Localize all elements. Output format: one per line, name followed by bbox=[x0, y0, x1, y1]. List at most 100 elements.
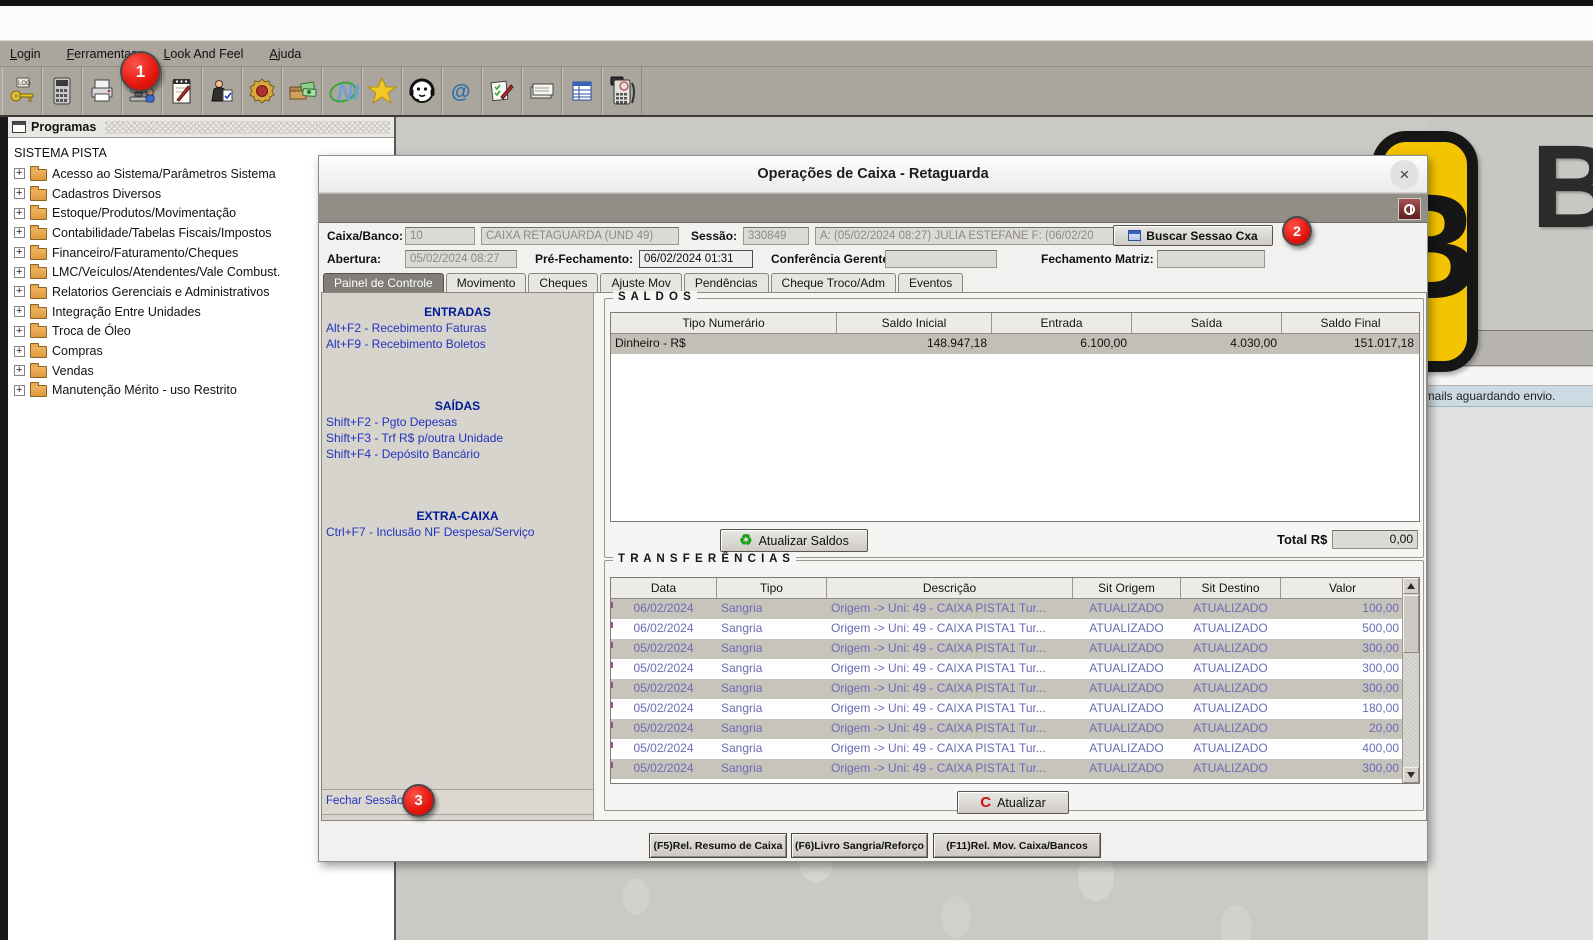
saldos-row-dinheiro[interactable]: Dinheiro - R$ 148.947,18 6.100,00 4.030,… bbox=[611, 334, 1419, 354]
seal-button[interactable] bbox=[242, 67, 282, 115]
caixa-banco-name-field[interactable]: CAIXA RETAGUARDA (UND 49) bbox=[481, 227, 679, 245]
atualizar-saldos-button[interactable]: ♻ Atualizar Saldos bbox=[720, 529, 868, 552]
tab-eventos[interactable]: Eventos bbox=[898, 273, 963, 292]
email-status-row[interactable]: e-mails aguardando envio. bbox=[1412, 386, 1593, 407]
transfer-row[interactable]: 06/02/2024 Sangria Origem -> Uni: 49 - C… bbox=[611, 599, 1419, 619]
col-sit-destino[interactable]: Sit Destino bbox=[1181, 578, 1281, 598]
menu-ajuda[interactable]: Ajuda bbox=[269, 47, 301, 61]
transfer-row[interactable]: 05/02/2024 Sangria Origem -> Uni: 49 - C… bbox=[611, 639, 1419, 659]
menu-look-and-feel[interactable]: Look And Feel bbox=[163, 47, 243, 61]
col-entrada[interactable]: Entrada bbox=[992, 313, 1132, 333]
cell-sit-origem: ATUALIZADO bbox=[1073, 759, 1181, 779]
scroll-up-icon[interactable] bbox=[1403, 578, 1419, 594]
printer-button[interactable] bbox=[82, 67, 122, 115]
total-field[interactable]: 0,00 bbox=[1332, 530, 1418, 549]
report-table-button[interactable] bbox=[562, 67, 602, 115]
close-icon[interactable] bbox=[1390, 160, 1419, 189]
printer-icon bbox=[88, 77, 116, 105]
dialog-titlebar[interactable]: Operações de Caixa - Retaguarda bbox=[319, 156, 1427, 193]
col-tipo-numerario[interactable]: Tipo Numerário bbox=[611, 313, 837, 333]
transfer-row[interactable]: 05/02/2024 Sangria Origem -> Uni: 49 - C… bbox=[611, 699, 1419, 719]
pos-terminal-button[interactable] bbox=[602, 67, 642, 115]
tab-cheques[interactable]: Cheques bbox=[528, 273, 598, 292]
f5-resumo-caixa-button[interactable]: (F5)Rel. Resumo de Caixa bbox=[649, 833, 787, 858]
transfer-row[interactable]: 05/02/2024 Sangria Origem -> Uni: 49 - C… bbox=[611, 759, 1419, 779]
transfer-row[interactable]: 06/02/2024 Sangria Origem -> Uni: 49 - C… bbox=[611, 619, 1419, 639]
fechamento-matriz-field[interactable] bbox=[1157, 250, 1265, 268]
col-tipo[interactable]: Tipo bbox=[717, 578, 827, 598]
conferencia-gerente-field[interactable] bbox=[885, 250, 997, 268]
abertura-field[interactable]: 05/02/2024 08:27 bbox=[405, 250, 517, 268]
transferencias-scrollbar[interactable] bbox=[1402, 578, 1419, 783]
scrollbar-thumb[interactable] bbox=[1403, 595, 1419, 653]
expand-plus-icon[interactable] bbox=[14, 168, 25, 179]
notepad-button[interactable] bbox=[162, 67, 202, 115]
sessao-code-field[interactable]: 330849 bbox=[743, 227, 809, 245]
menu-bar: Login Ferramentas Look And Feel Ajuda bbox=[0, 41, 1593, 67]
sessao-info-field[interactable]: A: (05/02/2024 08:27) JULIA ESTEFANE F: … bbox=[815, 227, 1121, 245]
expand-plus-icon[interactable] bbox=[14, 365, 25, 376]
caixa-banco-code-field[interactable]: 10 bbox=[405, 227, 475, 245]
tab-movimento[interactable]: Movimento bbox=[446, 273, 527, 292]
col-sit-origem[interactable]: Sit Origem bbox=[1073, 578, 1181, 598]
expand-plus-icon[interactable] bbox=[14, 326, 25, 337]
col-saida[interactable]: Saída bbox=[1132, 313, 1282, 333]
shortcut-trf-outra-unidade[interactable]: Shift+F3 - Trf R$ p/outra Unidade bbox=[326, 431, 503, 445]
shortcut-recebimento-faturas[interactable]: Alt+F2 - Recebimento Faturas bbox=[326, 321, 486, 335]
nfe-button[interactable]: NFe bbox=[322, 67, 362, 115]
cell-data: 05/02/2024 bbox=[611, 739, 717, 759]
money-box-button[interactable] bbox=[282, 67, 322, 115]
support-headset-icon bbox=[407, 76, 437, 106]
envelope-button[interactable] bbox=[522, 67, 562, 115]
folder-icon bbox=[30, 228, 47, 240]
transfer-row[interactable]: 05/02/2024 Sangria Origem -> Uni: 49 - C… bbox=[611, 679, 1419, 699]
expand-plus-icon[interactable] bbox=[14, 227, 25, 238]
shortcut-recebimento-boletos[interactable]: Alt+F9 - Recebimento Boletos bbox=[326, 337, 486, 351]
transfer-row[interactable]: 05/02/2024 Sangria Origem -> Uni: 49 - C… bbox=[611, 659, 1419, 679]
panel-header-grip[interactable] bbox=[105, 121, 390, 134]
shortcut-deposito-bancario[interactable]: Shift+F4 - Depósito Bancário bbox=[326, 447, 480, 461]
tab-cheque-troco-adm[interactable]: Cheque Troco/Adm bbox=[771, 273, 896, 292]
shortcut-pgto-despesas[interactable]: Shift+F2 - Pgto Depesas bbox=[326, 415, 457, 429]
shortcut-inclusao-nf[interactable]: Ctrl+F7 - Inclusão NF Despesa/Serviço bbox=[326, 525, 534, 539]
col-saldo-final[interactable]: Saldo Final bbox=[1282, 313, 1419, 333]
expand-plus-icon[interactable] bbox=[14, 247, 25, 258]
expand-plus-icon[interactable] bbox=[14, 188, 25, 199]
expand-plus-icon[interactable] bbox=[14, 208, 25, 219]
f11-rel-mov-caixa-button[interactable]: (F11)Rel. Mov. Caixa/Bancos bbox=[933, 833, 1101, 858]
pre-fechamento-field[interactable]: 06/02/2024 01:31 bbox=[639, 250, 753, 268]
info-button[interactable] bbox=[1398, 198, 1421, 220]
checklist-button[interactable] bbox=[482, 67, 522, 115]
calculator-button[interactable] bbox=[42, 67, 82, 115]
cell-sit-origem: ATUALIZADO bbox=[1073, 619, 1181, 639]
col-descricao[interactable]: Descrição bbox=[827, 578, 1073, 598]
expand-plus-icon[interactable] bbox=[14, 286, 25, 297]
expand-plus-icon[interactable] bbox=[14, 267, 25, 278]
fechar-sessao-link[interactable]: Fechar Sessão bbox=[326, 795, 403, 807]
atualizar-button[interactable]: C Atualizar bbox=[957, 791, 1069, 814]
menu-login[interactable]: Login bbox=[10, 47, 41, 61]
notepad-icon bbox=[168, 76, 196, 106]
col-data[interactable]: Data bbox=[611, 578, 717, 598]
expand-plus-icon[interactable] bbox=[14, 346, 25, 357]
star-button[interactable] bbox=[362, 67, 402, 115]
transfer-row[interactable]: 05/02/2024 Sangria Origem -> Uni: 49 - C… bbox=[611, 739, 1419, 759]
col-valor[interactable]: Valor bbox=[1281, 578, 1404, 598]
attendant-check-button[interactable] bbox=[202, 67, 242, 115]
scroll-down-icon[interactable] bbox=[1403, 767, 1419, 783]
tab-pendencias[interactable]: Pendências bbox=[684, 273, 769, 292]
login-key-button[interactable]: LOG bbox=[2, 67, 42, 115]
programs-panel-header[interactable]: Programas bbox=[8, 117, 394, 138]
tab-ajuste-mov[interactable]: Ajuste Mov bbox=[600, 273, 681, 292]
expand-plus-icon[interactable] bbox=[14, 385, 25, 396]
folder-icon bbox=[30, 346, 47, 358]
support-headset-button[interactable] bbox=[402, 67, 442, 115]
email-at-button[interactable]: @ bbox=[442, 67, 482, 115]
f6-livro-sangria-button[interactable]: (F6)Livro Sangria/Reforço bbox=[791, 833, 928, 858]
transfer-row[interactable]: 05/02/2024 Sangria Origem -> Uni: 49 - C… bbox=[611, 719, 1419, 739]
cell-valor: 100,00 bbox=[1281, 599, 1404, 619]
col-saldo-inicial[interactable]: Saldo Inicial bbox=[837, 313, 992, 333]
tab-painel-de-controle[interactable]: Painel de Controle bbox=[323, 273, 444, 292]
expand-plus-icon[interactable] bbox=[14, 306, 25, 317]
buscar-sessao-button[interactable]: Buscar Sessao Cxa bbox=[1113, 225, 1273, 246]
